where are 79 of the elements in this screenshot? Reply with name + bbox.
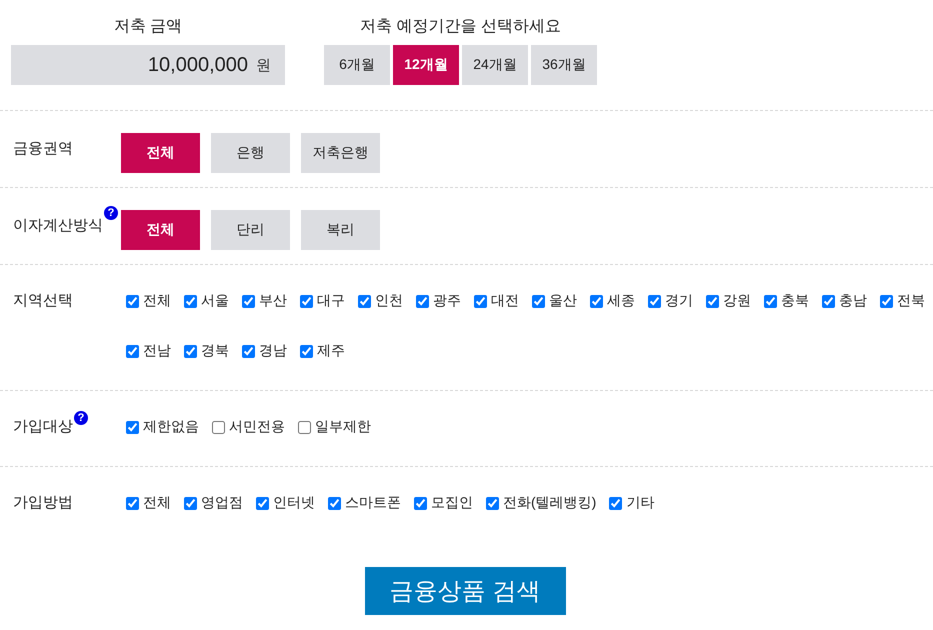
checkbox[interactable]	[416, 294, 429, 308]
checkbox-label[interactable]: 스마트폰	[345, 494, 401, 512]
checkbox[interactable]	[184, 496, 197, 510]
checkbox[interactable]	[822, 294, 835, 308]
checkbox-label[interactable]: 전북	[897, 292, 925, 310]
checkbox[interactable]	[358, 294, 371, 308]
checkbox-label[interactable]: 충남	[839, 292, 867, 310]
checkbox[interactable]	[212, 420, 225, 434]
checkbox[interactable]	[880, 294, 893, 308]
checkbox[interactable]	[764, 294, 777, 308]
option-button[interactable]: 저축은행	[301, 133, 380, 173]
filter-label: 이자계산방식	[13, 216, 103, 236]
checkbox-label[interactable]: 일부제한	[315, 418, 371, 436]
checkbox-label[interactable]: 인천	[375, 292, 403, 310]
checkbox-label[interactable]: 세종	[607, 292, 635, 310]
checkbox-label[interactable]: 대전	[491, 292, 519, 310]
checkbox-label[interactable]: 제한없음	[143, 418, 199, 436]
filter-label: 가입방법	[13, 493, 73, 513]
filter-label: 가입대상	[13, 417, 73, 437]
option-button[interactable]: 은행	[211, 133, 290, 173]
period-button[interactable]: 24개월	[462, 45, 528, 85]
period-button[interactable]: 36개월	[531, 45, 597, 85]
checkbox[interactable]	[298, 420, 311, 434]
checkbox-label[interactable]: 서울	[201, 292, 229, 310]
checkbox[interactable]	[300, 294, 313, 308]
checkbox[interactable]	[590, 294, 603, 308]
checkbox[interactable]	[648, 294, 661, 308]
period-button[interactable]: 12개월	[393, 45, 459, 85]
section-title: 저축 예정기간을 선택하세요	[360, 17, 561, 37]
checkbox[interactable]	[126, 294, 139, 308]
checkbox[interactable]	[474, 294, 487, 308]
checkbox-label[interactable]: 대구	[317, 292, 345, 310]
currency-unit: 원	[256, 56, 271, 74]
checkbox-label[interactable]: 전체	[143, 494, 171, 512]
checkbox[interactable]	[256, 496, 269, 510]
checkbox[interactable]	[126, 344, 139, 358]
checkbox-label[interactable]: 제주	[317, 342, 345, 360]
help-icon[interactable]: ?	[74, 411, 88, 425]
option-button[interactable]: 전체	[121, 210, 200, 250]
section-title: 저축 금액	[114, 17, 182, 37]
checkbox[interactable]	[300, 344, 313, 358]
checkbox[interactable]	[126, 420, 139, 434]
amount-field[interactable]: 10,000,000 원	[11, 45, 285, 85]
checkbox[interactable]	[414, 496, 427, 510]
filter-label: 금융권역	[13, 139, 73, 159]
checkbox-label[interactable]: 전남	[143, 342, 171, 360]
checkbox-label[interactable]: 기타	[626, 494, 654, 512]
checkbox-label[interactable]: 광주	[433, 292, 461, 310]
checkbox[interactable]	[184, 344, 197, 358]
checkbox-label[interactable]: 부산	[259, 292, 287, 310]
filter-label: 지역선택	[13, 291, 73, 311]
checkbox-label[interactable]: 경기	[665, 292, 693, 310]
option-button[interactable]: 단리	[211, 210, 290, 250]
checkbox[interactable]	[184, 294, 197, 308]
checkbox-label[interactable]: 충북	[781, 292, 809, 310]
period-button[interactable]: 6개월	[324, 45, 390, 85]
checkbox-label[interactable]: 전체	[143, 292, 171, 310]
checkbox-label[interactable]: 인터넷	[273, 494, 315, 512]
checkbox-label[interactable]: 경남	[259, 342, 287, 360]
checkbox[interactable]	[242, 294, 255, 308]
checkbox[interactable]	[532, 294, 545, 308]
checkbox-label[interactable]: 전화(텔레뱅킹)	[503, 494, 596, 512]
option-button[interactable]: 전체	[121, 133, 200, 173]
checkbox-label[interactable]: 경북	[201, 342, 229, 360]
checkbox[interactable]	[126, 496, 139, 510]
checkbox[interactable]	[706, 294, 719, 308]
checkbox-label[interactable]: 울산	[549, 292, 577, 310]
search-button[interactable]: 금융상품 검색	[364, 567, 566, 615]
checkbox[interactable]	[609, 496, 622, 510]
checkbox[interactable]	[242, 344, 255, 358]
help-icon[interactable]: ?	[104, 206, 118, 220]
checkbox-label[interactable]: 모집인	[431, 494, 473, 512]
checkbox-label[interactable]: 영업점	[201, 494, 243, 512]
amount-value: 10,000,000	[148, 54, 248, 76]
checkbox-label[interactable]: 강원	[723, 292, 751, 310]
checkbox[interactable]	[486, 496, 499, 510]
checkbox-label[interactable]: 서민전용	[229, 418, 285, 436]
option-button[interactable]: 복리	[301, 210, 380, 250]
checkbox[interactable]	[328, 496, 341, 510]
